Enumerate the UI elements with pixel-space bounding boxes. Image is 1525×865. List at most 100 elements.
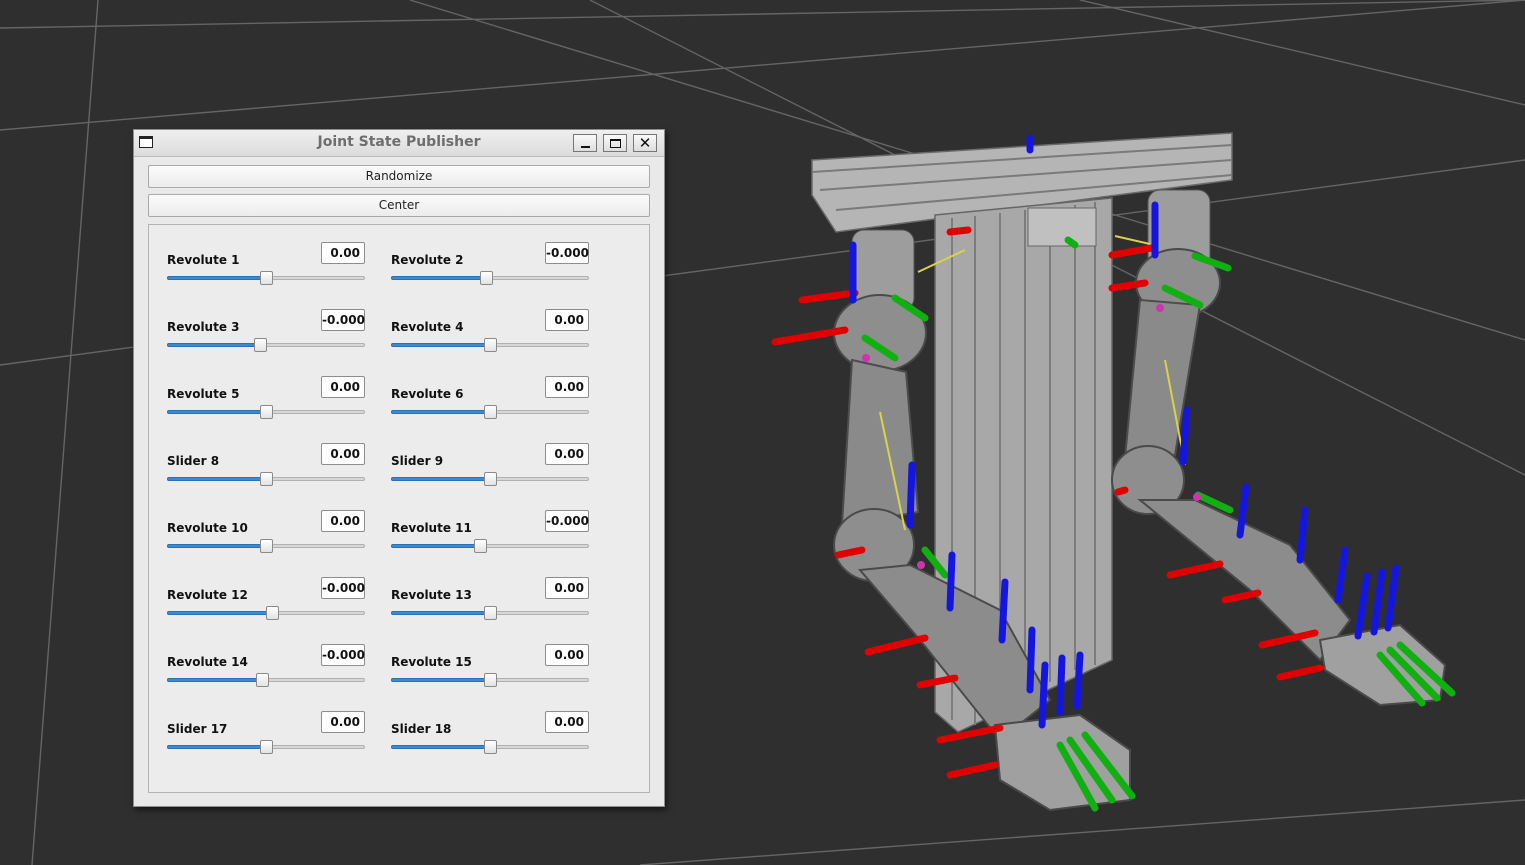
joint-value-field[interactable]: -0.000 (321, 644, 365, 666)
joint-value-field[interactable]: 0.00 (321, 711, 365, 733)
joint-slider[interactable] (167, 337, 365, 353)
joint-label: Revolute 4 (391, 320, 464, 334)
slider-fill (167, 477, 266, 481)
joint-slider[interactable] (391, 538, 589, 554)
slider-handle[interactable] (484, 740, 497, 754)
center-button[interactable]: Center (148, 194, 650, 217)
close-button[interactable]: ✕ (633, 134, 657, 152)
joint-slider[interactable] (391, 404, 589, 420)
slider-handle[interactable] (484, 606, 497, 620)
joint-control-revolute-5: Revolute 5 0.00 (167, 376, 367, 432)
joint-label: Revolute 2 (391, 253, 464, 267)
slider-handle[interactable] (474, 539, 488, 553)
slider-handle[interactable] (260, 472, 273, 486)
joint-value-field[interactable]: 0.00 (545, 577, 589, 599)
maximize-icon (609, 138, 621, 148)
joint-slider[interactable] (391, 672, 589, 688)
joint-control-revolute-15: Revolute 15 0.00 (391, 644, 591, 700)
joint-value-field[interactable]: 0.00 (545, 443, 589, 465)
joint-control-slider-9: Slider 9 0.00 (391, 443, 591, 499)
slider-handle[interactable] (260, 740, 273, 754)
joint-control-revolute-10: Revolute 10 0.00 (167, 510, 367, 566)
slider-handle[interactable] (484, 673, 497, 687)
joint-control-revolute-3: Revolute 3 -0.000 (167, 309, 367, 365)
joint-value-field[interactable]: 0.00 (545, 376, 589, 398)
joint-label: Revolute 5 (167, 387, 240, 401)
joint-label: Slider 17 (167, 722, 228, 736)
slider-fill (167, 745, 266, 749)
joint-label: Revolute 10 (167, 521, 248, 535)
slider-handle[interactable] (484, 472, 497, 486)
joint-control-revolute-1: Revolute 1 0.00 (167, 242, 367, 298)
joint-value-field[interactable]: 0.00 (321, 510, 365, 532)
window-titlebar[interactable]: Joint State Publisher ✕ (134, 130, 664, 157)
joint-slider[interactable] (167, 605, 365, 621)
joint-value-field[interactable]: 0.00 (321, 242, 365, 264)
joint-slider[interactable] (391, 337, 589, 353)
joint-control-revolute-13: Revolute 13 0.00 (391, 577, 591, 633)
slider-fill (391, 745, 490, 749)
joint-value-field[interactable]: 0.00 (545, 711, 589, 733)
slider-fill (167, 678, 263, 682)
joint-slider[interactable] (167, 270, 365, 286)
slider-handle[interactable] (484, 338, 497, 352)
joint-value-field[interactable]: -0.000 (545, 242, 589, 264)
joint-state-publisher-window: Joint State Publisher ✕ Randomize Center… (133, 129, 665, 807)
joint-value-field[interactable]: 0.00 (321, 443, 365, 465)
joint-value-field[interactable]: 0.00 (321, 376, 365, 398)
joint-slider[interactable] (391, 605, 589, 621)
joint-label: Revolute 15 (391, 655, 472, 669)
slider-handle[interactable] (254, 338, 268, 352)
joint-control-revolute-12: Revolute 12 -0.000 (167, 577, 367, 633)
slider-fill (391, 544, 481, 548)
joint-label: Revolute 1 (167, 253, 240, 267)
joint-value-field[interactable]: 0.00 (545, 309, 589, 331)
joint-slider[interactable] (167, 471, 365, 487)
maximize-button[interactable] (603, 134, 627, 152)
slider-handle[interactable] (484, 405, 497, 419)
joint-slider[interactable] (167, 672, 365, 688)
joint-control-slider-17: Slider 17 0.00 (167, 711, 367, 767)
slider-fill (167, 276, 266, 280)
joint-slider[interactable] (391, 471, 589, 487)
joint-slider[interactable] (167, 739, 365, 755)
minimize-icon (580, 145, 590, 148)
slider-handle[interactable] (480, 271, 494, 285)
close-icon: ✕ (638, 133, 652, 152)
slider-fill (391, 477, 490, 481)
joint-control-revolute-2: Revolute 2 -0.000 (391, 242, 591, 298)
joint-value-field[interactable]: -0.000 (321, 309, 365, 331)
joint-label: Slider 9 (391, 454, 444, 468)
slider-handle[interactable] (256, 673, 270, 687)
joint-value-field[interactable]: -0.000 (545, 510, 589, 532)
slider-handle[interactable] (265, 606, 279, 620)
slider-fill (167, 410, 266, 414)
joint-sliders-panel: Revolute 1 0.00 Revolute 2 -0.000 Revolute 3… (148, 224, 650, 793)
randomize-button[interactable]: Randomize (148, 165, 650, 188)
joint-slider[interactable] (167, 404, 365, 420)
slider-fill (391, 611, 490, 615)
joint-control-slider-8: Slider 8 0.00 (167, 443, 367, 499)
slider-handle[interactable] (260, 539, 273, 553)
slider-fill (167, 343, 261, 347)
joint-value-field[interactable]: -0.000 (321, 577, 365, 599)
joint-value-field[interactable]: 0.00 (545, 644, 589, 666)
slider-fill (391, 410, 490, 414)
joint-slider[interactable] (167, 538, 365, 554)
joint-slider[interactable] (391, 739, 589, 755)
joint-label: Revolute 11 (391, 521, 472, 535)
joint-label: Revolute 14 (167, 655, 248, 669)
slider-handle[interactable] (260, 271, 273, 285)
joint-control-revolute-4: Revolute 4 0.00 (391, 309, 591, 365)
slider-fill (391, 678, 490, 682)
joint-label: Slider 18 (391, 722, 452, 736)
joint-control-revolute-6: Revolute 6 0.00 (391, 376, 591, 432)
slider-fill (167, 544, 266, 548)
joint-slider[interactable] (391, 270, 589, 286)
joint-label: Revolute 12 (167, 588, 248, 602)
minimize-button[interactable] (573, 134, 597, 152)
robot-model (771, 132, 1456, 812)
joint-label: Slider 8 (167, 454, 220, 468)
slider-handle[interactable] (260, 405, 273, 419)
slider-fill (167, 611, 272, 615)
